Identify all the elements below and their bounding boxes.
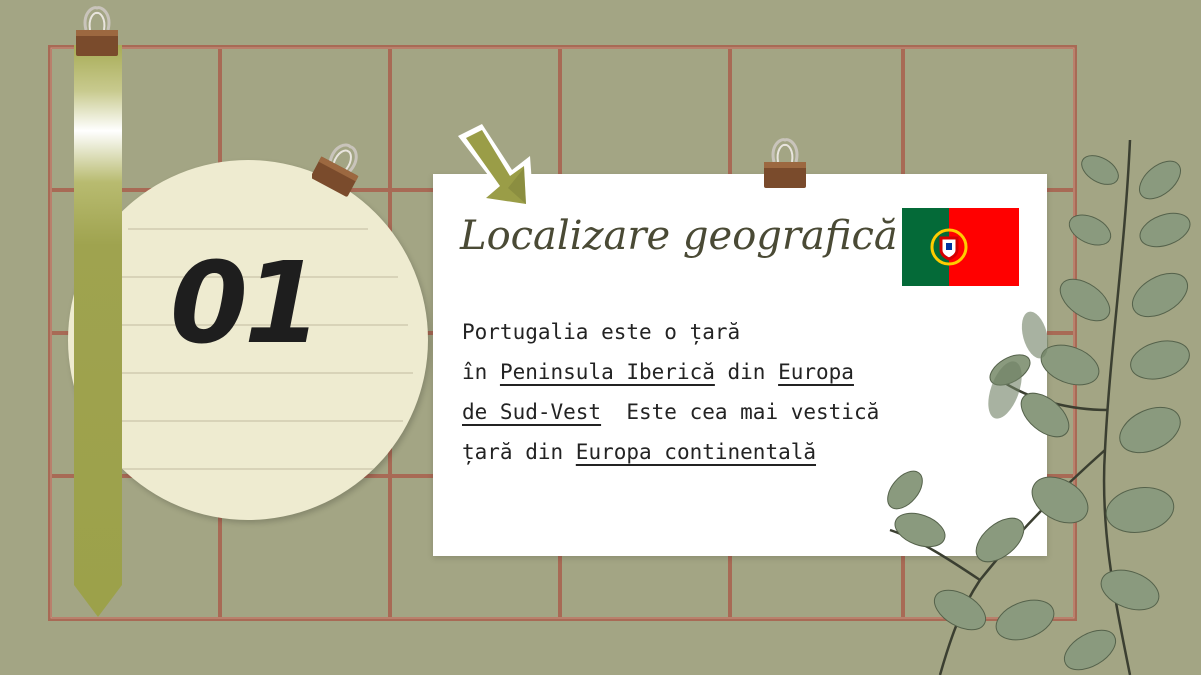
slide-title: Localizare geografică — [460, 213, 898, 259]
slide: 01 Localizare geografică Portugalia este… — [0, 0, 1201, 675]
link-europa[interactable]: Europa — [778, 360, 854, 384]
link-europa-continentala[interactable]: Europa continentală — [576, 440, 816, 464]
link-peninsula-iberica[interactable]: Peninsula Iberică — [500, 360, 715, 384]
binder-clip-icon — [312, 143, 359, 197]
eucalyptus-leaves — [887, 139, 1191, 675]
binder-clip-icon — [76, 6, 118, 56]
slide-number: 01 — [170, 239, 322, 369]
ribbon-bookmark — [74, 45, 122, 617]
down-right-arrow-icon — [458, 124, 534, 212]
binder-clip-icon — [764, 138, 806, 188]
link-de-sud-vest[interactable]: de Sud-Vest — [462, 400, 601, 424]
